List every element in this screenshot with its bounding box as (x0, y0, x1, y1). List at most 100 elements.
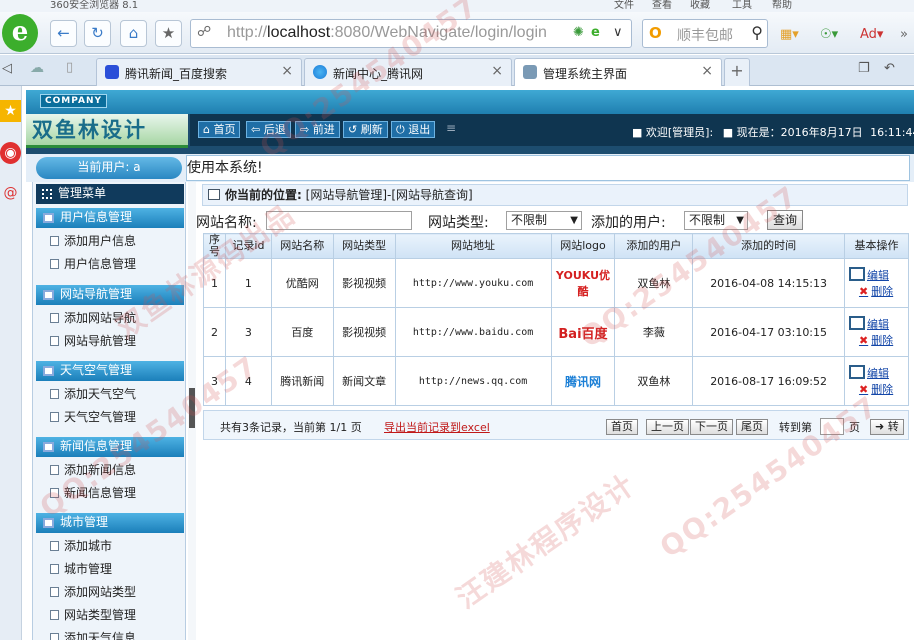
site-type-select[interactable]: 不限制 ▼ (506, 211, 582, 230)
cell-id: 1 (224, 258, 272, 308)
menu-item-add-city[interactable]: 添加城市 (44, 535, 180, 557)
reload-icon[interactable]: ↻ (84, 20, 111, 47)
menu-item-news-manage[interactable]: 新闻信息管理 (44, 482, 180, 504)
sidebar-toggle-icon[interactable]: ◁ (2, 61, 12, 76)
delete-icon: ✖ (858, 383, 869, 396)
menu-item-add-site-nav[interactable]: 添加网站导航 (44, 307, 180, 329)
menu-item-add-news[interactable]: 添加新闻信息 (44, 459, 180, 481)
more-icon[interactable]: » (900, 27, 908, 42)
menu-item-weather-manage[interactable]: 天气空气管理 (44, 406, 180, 428)
page-icon[interactable]: ▯ (66, 60, 73, 75)
sidebar-splitter[interactable] (188, 182, 196, 640)
close-icon[interactable]: × (701, 63, 713, 79)
home-icon[interactable]: ⌂ (120, 20, 147, 47)
weibo-icon[interactable]: ◉ (0, 142, 21, 164)
menu-item-add-weather-info[interactable]: 添加天气信息 (44, 627, 180, 640)
menu-tools[interactable]: 工具 (732, 0, 752, 11)
favorites-star-icon[interactable]: ★ (0, 100, 21, 122)
page-number-input[interactable] (820, 418, 844, 435)
menu-item-label: 网站类型管理 (64, 608, 137, 622)
table-row: 1 1 优酷网 影视视频 http://www.youku.com YOUKU优… (203, 258, 910, 308)
delete-icon: ✖ (858, 334, 869, 347)
refresh-button[interactable]: ↺ 刷新 (343, 121, 388, 138)
menu-group-site-nav[interactable]: 网站导航管理 (36, 285, 184, 305)
menu-item-site-nav-manage[interactable]: 网站导航管理 (44, 330, 180, 352)
folder-icon (43, 518, 54, 528)
first-page-button[interactable]: 首页 (606, 419, 638, 435)
search-input[interactable]: 顺丰包邮 (677, 25, 733, 45)
menu-item-add-site-type[interactable]: 添加网站类型 (44, 581, 180, 603)
mail-icon[interactable]: @ (0, 182, 21, 204)
search-icon[interactable]: ⚲ (751, 23, 763, 42)
chevron-down-icon[interactable]: ∨ (613, 25, 623, 40)
edit-icon (848, 316, 865, 330)
site-name-input[interactable] (266, 211, 412, 230)
menu-item-site-type-manage[interactable]: 网站类型管理 (44, 604, 180, 626)
security-icon[interactable]: ☉▾ (820, 27, 838, 42)
header-top-strip (26, 90, 914, 114)
back-button[interactable]: ⇦ 后退 (246, 121, 291, 138)
menu-file[interactable]: 文件 (614, 0, 634, 11)
menu-item-city-manage[interactable]: 城市管理 (44, 558, 180, 580)
page-favicon-icon (523, 65, 537, 79)
added-by-label: 添加的用户: (591, 215, 666, 231)
delete-link[interactable]: ✖ 删除 (849, 283, 908, 299)
menu-group-city[interactable]: 城市管理 (36, 513, 184, 533)
query-button[interactable]: 查询 (767, 210, 803, 230)
clock-label: 16:11:44 (870, 126, 914, 139)
menu-group-news[interactable]: 新闻信息管理 (36, 437, 184, 457)
menu-group-label: 网站导航管理 (60, 287, 133, 301)
close-icon[interactable]: × (281, 63, 293, 79)
menu-favorites[interactable]: 收藏 (690, 0, 710, 11)
ie-mode-icon[interactable]: e (591, 25, 600, 40)
logout-button[interactable]: ⏻ 退出 (391, 121, 436, 138)
forward-button[interactable]: ⇨ 前进 (295, 121, 340, 138)
adblock-icon[interactable]: Ad▾ (860, 27, 883, 42)
menu-item-add-weather[interactable]: 添加天气空气 (44, 383, 180, 405)
close-icon[interactable]: × (491, 63, 503, 79)
cell-user: 李薇 (614, 307, 694, 357)
collapse-handle-icon[interactable] (189, 388, 195, 428)
menu-view[interactable]: 查看 (652, 0, 672, 11)
apps-icon[interactable]: ▦▾ (780, 27, 799, 42)
menu-item-user-manage[interactable]: 用户信息管理 (44, 253, 180, 275)
edit-link[interactable]: 编辑 (848, 316, 908, 332)
menu-group-label: 天气空气管理 (60, 363, 133, 377)
cell-url: http://www.baidu.com (394, 307, 552, 357)
undo-close-icon[interactable]: ↶ (884, 61, 895, 76)
prev-page-button[interactable]: 上一页 (646, 419, 689, 435)
cell-id: 4 (224, 356, 272, 406)
menu-help[interactable]: 帮助 (772, 0, 792, 11)
search-engine-icon[interactable]: O (649, 24, 662, 42)
address-bar[interactable]: ☍ http://localhost:8080/WebNavigate/logi… (190, 19, 632, 48)
tab-admin-main[interactable]: 管理系统主界面 × (514, 58, 722, 86)
restore-tab-icon[interactable]: ❐ (858, 61, 870, 76)
doc-icon (50, 564, 59, 574)
tab-qq-news[interactable]: 新闻中心_腾讯网 × (304, 58, 512, 86)
menu-group-users[interactable]: 用户信息管理 (36, 208, 184, 228)
doc-icon (50, 389, 59, 399)
edit-link[interactable]: 编辑 (848, 365, 908, 381)
cloud-icon[interactable]: ☁ (30, 60, 44, 76)
edit-link[interactable]: 编辑 (848, 267, 908, 283)
added-by-select[interactable]: 不限制 ▼ (684, 211, 748, 230)
next-page-button[interactable]: 下一页 (690, 419, 733, 435)
delete-link[interactable]: ✖ 删除 (849, 332, 908, 348)
menu-group-weather[interactable]: 天气空气管理 (36, 361, 184, 381)
delete-link[interactable]: ✖ 删除 (849, 381, 908, 397)
home-button[interactable]: ⌂ 首页 (198, 121, 241, 138)
export-excel-link[interactable]: 导出当前记录到excel (384, 419, 490, 435)
menu-item-add-user[interactable]: 添加用户信息 (44, 230, 180, 252)
back-icon[interactable]: ← (50, 20, 77, 47)
menu-item-label: 添加网站类型 (64, 585, 137, 599)
star-icon[interactable]: ★ (155, 20, 182, 47)
search-box[interactable]: O 顺丰包邮 ⚲ (642, 19, 768, 48)
doc-icon (50, 336, 59, 346)
new-tab-button[interactable]: + (724, 58, 750, 86)
tab-baidu-search[interactable]: 腾讯新闻_百度搜索 × (96, 58, 302, 86)
last-page-button[interactable]: 尾页 (736, 419, 768, 435)
gear-icon[interactable]: ✺ (573, 25, 584, 40)
url-host: localhost (267, 24, 331, 41)
edit-label: 编辑 (866, 269, 889, 282)
go-button[interactable]: ➜ 转 (870, 419, 904, 435)
